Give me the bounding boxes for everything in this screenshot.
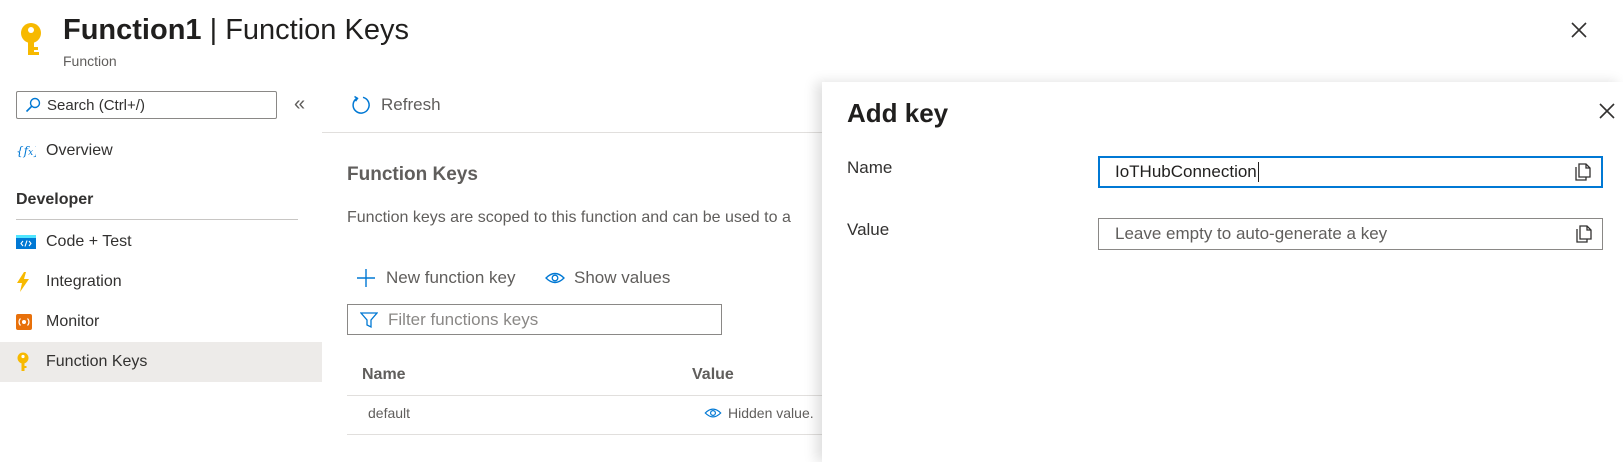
search-icon [25,97,41,113]
copy-icon [1575,163,1591,181]
value-input[interactable]: Leave empty to auto-generate a key [1098,218,1603,250]
close-icon [1571,22,1587,38]
sidebar-search-input[interactable]: Search (Ctrl+/) [16,91,277,119]
value-label: Value [847,220,890,239]
close-icon [1599,103,1615,119]
new-function-key-label: New function key [386,268,516,287]
svg-text:{fx}: {fx} [16,144,36,158]
refresh-label: Refresh [381,95,441,114]
copy-icon [1576,225,1592,243]
sidebar-item-label: Function Keys [46,353,148,370]
sidebar-divider [16,219,298,220]
function-key-icon [18,22,44,58]
name-input-value: IoTHubConnection [1115,161,1257,181]
value-input-placeholder: Leave empty to auto-generate a key [1115,224,1388,243]
refresh-button[interactable]: Refresh [351,95,441,115]
monitor-icon [16,314,46,330]
filter-keys-input[interactable]: Filter functions keys [347,304,722,335]
name-label: Name [847,158,893,177]
new-function-key-button[interactable]: New function key [357,268,515,288]
sidebar-item-monitor[interactable]: Monitor [0,302,322,342]
sidebar-item-label: Integration [46,273,122,290]
filter-icon [360,311,378,328]
column-header-value: Value [692,366,734,383]
copy-name-button[interactable] [1565,163,1601,181]
collapse-sidebar-button[interactable]: « [294,94,305,114]
sidebar-item-label: Code + Test [46,233,132,250]
toolbar-divider [322,132,822,133]
show-values-button[interactable]: Show values [545,268,670,288]
filter-placeholder: Filter functions keys [388,309,539,329]
hidden-value-label: Hidden value. [728,405,814,421]
sidebar-item-label: Monitor [46,313,100,330]
sidebar-item-label: Overview [46,142,113,159]
page-title: Function1 | Function Keys [63,14,409,46]
column-header-name: Name [362,366,406,383]
add-key-panel: Add key Name IoTHubConnection Value Leav… [822,82,1623,462]
table-header-divider [347,395,827,396]
copy-value-button[interactable] [1566,225,1602,243]
close-panel-button[interactable] [1599,103,1615,119]
search-placeholder: Search (Ctrl+/) [47,96,145,114]
table-cell-value[interactable]: Hidden value. [704,405,814,421]
name-input[interactable]: IoTHubConnection [1098,156,1603,188]
key-icon [16,352,46,372]
section-title: Function Keys [347,164,478,185]
eye-icon [704,408,722,418]
sidebar-item-code-test[interactable]: Code + Test [0,222,322,262]
plus-icon [357,269,375,287]
table-row-divider [347,434,827,435]
eye-icon [545,272,565,284]
sidebar-item-function-keys[interactable]: Function Keys [0,342,322,382]
sidebar-group-developer: Developer [16,191,94,208]
panel-title: Add key [847,98,949,128]
refresh-icon [352,95,370,114]
function-icon: {fx} [16,143,46,159]
sidebar-item-integration[interactable]: Integration [0,262,322,302]
code-icon [16,235,46,249]
close-blade-button[interactable] [1571,22,1587,38]
page-subtitle: Function [63,53,117,69]
show-values-label: Show values [574,268,671,287]
sidebar-item-overview[interactable]: {fx} Overview [0,131,322,171]
section-description: Function keys are scoped to this functio… [347,209,791,226]
lightning-icon [16,272,46,292]
text-caret [1257,162,1259,183]
table-cell-name[interactable]: default [368,405,410,421]
